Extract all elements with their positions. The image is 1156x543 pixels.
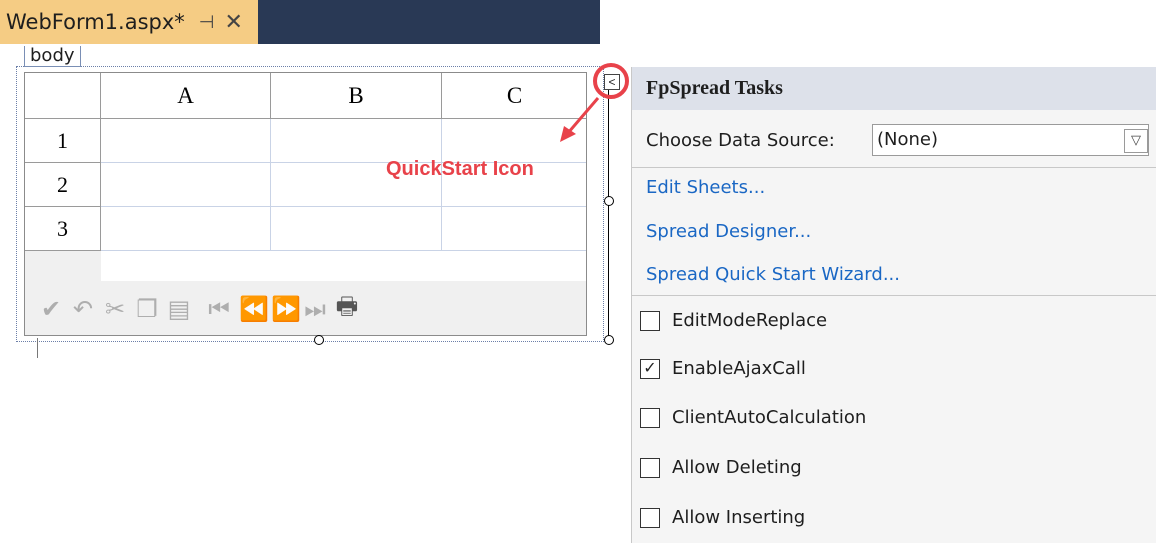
checkbox-edit-mode-replace[interactable]: EditModeReplace <box>640 310 827 331</box>
checkbox-label: EditModeReplace <box>672 310 828 331</box>
divider <box>632 167 1156 168</box>
quick-start-wizard-link[interactable]: Spread Quick Start Wizard... <box>646 264 900 285</box>
checkbox-allow-inserting[interactable]: Allow Inserting <box>640 507 805 528</box>
panel-title: FpSpread Tasks <box>632 67 1156 110</box>
checkbox-enable-ajax-call[interactable]: ✓ EnableAjaxCall <box>640 358 806 379</box>
chevron-down-icon[interactable]: ▽ <box>1124 129 1148 153</box>
data-source-row: Choose Data Source: (None) ▽ <box>632 120 1156 160</box>
checkbox[interactable] <box>640 507 660 528</box>
divider <box>632 295 1156 296</box>
checkbox-client-auto-calculation[interactable]: ClientAutoCalculation <box>640 407 866 428</box>
edit-sheets-link[interactable]: Edit Sheets... <box>646 177 765 198</box>
spread-designer-link[interactable]: Spread Designer... <box>646 221 811 242</box>
data-source-label: Choose Data Source: <box>646 129 835 151</box>
checkmark-icon[interactable]: ✓ <box>640 358 660 379</box>
annotation-circle <box>593 63 629 99</box>
checkbox-label: EnableAjaxCall <box>672 358 806 379</box>
tasks-panel: FpSpread Tasks Choose Data Source: (None… <box>631 67 1156 543</box>
quickstart-annotation-label: QuickStart Icon <box>386 158 534 180</box>
checkbox[interactable] <box>640 310 660 331</box>
data-source-select[interactable]: (None) ▽ <box>872 124 1149 156</box>
checkbox-label: ClientAutoCalculation <box>672 407 867 428</box>
checkbox-label: Allow Inserting <box>672 507 806 528</box>
checkbox-allow-deleting[interactable]: Allow Deleting <box>640 457 802 478</box>
checkbox-label: Allow Deleting <box>672 457 802 478</box>
checkbox[interactable] <box>640 407 660 428</box>
checkbox[interactable] <box>640 457 660 478</box>
data-source-value: (None) <box>877 129 939 150</box>
